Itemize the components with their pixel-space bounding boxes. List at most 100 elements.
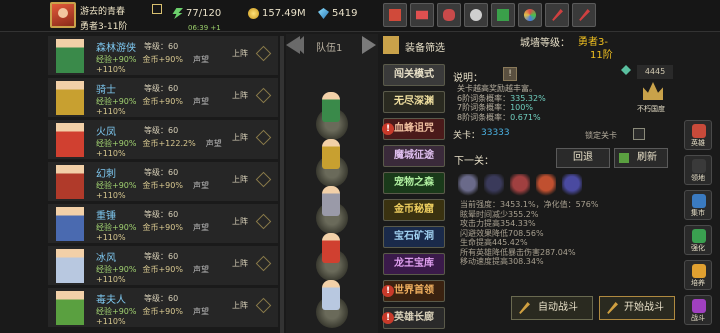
description-line: 8阶词条概率：0.671% — [457, 113, 546, 123]
description-line-text: 6阶词条概率： — [457, 93, 511, 103]
sidebar-button[interactable]: 培养 — [684, 260, 712, 290]
sidebar-icon — [692, 194, 706, 208]
enemy-sprite — [484, 174, 504, 198]
hero-select-icon[interactable] — [255, 255, 272, 272]
wheel-icon[interactable] — [518, 3, 542, 27]
hero-row[interactable]: 火凤 等级：60 经验+90% 金币+122.2% 声望 +110% 上阵 — [48, 120, 278, 160]
mode-button[interactable]: 金币秘窟 — [383, 199, 445, 221]
sidebar-button[interactable]: 英雄 — [684, 120, 712, 150]
description-label: 说明： — [453, 73, 483, 84]
mode-button[interactable]: ! 世界首领 — [382, 280, 445, 302]
start-battle-button[interactable]: 开始战斗 — [599, 296, 675, 320]
hero-portrait — [56, 81, 84, 115]
hero-deploy-button[interactable]: 上阵 — [232, 216, 248, 227]
city-level-label: 城墙等级： — [520, 38, 570, 49]
gem-resource: 5419 — [318, 8, 357, 19]
hero-deploy-button[interactable]: 上阵 — [232, 90, 248, 101]
mode-button[interactable]: 龙王宝库 — [383, 253, 445, 275]
hero-row[interactable]: 森林游侠 等级：60 经验+90% 金币+90% 声望 +110% 上阵 — [48, 36, 278, 76]
crown-label: 不朽国度 — [637, 105, 665, 113]
hero-row[interactable]: 幻刺 等级：60 经验+90% 金币+90% 声望 +110% 上阵 — [48, 162, 278, 202]
hero-stats: 经验+90% 金币+90% 声望 — [96, 264, 209, 275]
auto-battle-button[interactable]: 自动战斗 — [511, 296, 593, 320]
hero-row[interactable]: 骑士 等级：60 经验+90% 金币+90% 声望 +110% 上阵 — [48, 78, 278, 118]
team-member-sprite[interactable] — [322, 139, 340, 169]
refresh-button[interactable]: 刷新 — [614, 148, 668, 168]
gift-icon[interactable] — [491, 3, 515, 27]
team-member-sprite[interactable] — [322, 233, 340, 263]
hero-deploy-button[interactable]: 上阵 — [232, 174, 248, 185]
hero-select-icon[interactable] — [255, 129, 272, 146]
hero-exp: 经验+90% — [96, 97, 137, 106]
hero-fame: 声望 — [192, 307, 209, 316]
mode-button[interactable]: 无尽深渊 — [383, 91, 445, 113]
team-member-sprite[interactable] — [322, 186, 340, 216]
mode-button[interactable]: ! 英雄长廊 — [382, 307, 445, 329]
hero-row[interactable]: 冰风 等级：60 经验+90% 金币+90% 声望 +110% 上阵 — [48, 246, 278, 286]
equip-filter[interactable]: 装备筛选 — [383, 34, 483, 58]
player-avatar[interactable] — [50, 2, 76, 28]
hero-select-icon[interactable] — [255, 45, 272, 62]
edit-name-icon[interactable] — [152, 4, 162, 14]
sword-icon[interactable] — [545, 3, 569, 27]
hero-bonus: +110% — [96, 191, 126, 200]
gear-icon[interactable] — [464, 3, 488, 27]
description-badge[interactable]: ! — [503, 67, 517, 81]
hero-deploy-button[interactable]: 上阵 — [232, 300, 248, 311]
sidebar-icon — [692, 159, 706, 173]
team-member-sprite[interactable] — [322, 92, 340, 122]
hero-bonus: +110% — [96, 275, 126, 284]
hero-list-scrollbar[interactable] — [280, 36, 284, 333]
mode-label: 龙王宝库 — [394, 258, 434, 269]
hero-exp: 经验+90% — [96, 265, 137, 274]
sidebar-label: 英雄 — [691, 139, 705, 147]
hero-deploy-button[interactable]: 上阵 — [232, 258, 248, 269]
hero-stats: 经验+90% 金币+122.2% 声望 — [96, 138, 222, 149]
hero-select-icon[interactable] — [255, 297, 272, 314]
sidebar-button[interactable]: 战斗 — [684, 295, 712, 325]
top-menu — [383, 3, 596, 27]
sidebar-button[interactable]: 领地 — [684, 155, 712, 185]
shop-icon[interactable] — [383, 3, 407, 27]
description-line-value: 335.32% — [510, 93, 546, 103]
mode-button[interactable]: 闯关模式 — [383, 64, 445, 86]
mode-button[interactable]: 宠物之森 — [383, 172, 445, 194]
hero-deploy-button[interactable]: 上阵 — [232, 132, 248, 143]
mode-button[interactable]: ! 血蜂诅咒 — [382, 118, 445, 140]
sword-alt-icon[interactable] — [572, 3, 596, 27]
hero-select-icon[interactable] — [255, 213, 272, 230]
hero-fame: 声望 — [192, 181, 209, 190]
description-line: 6阶词条概率：335.32% — [457, 94, 546, 104]
mail-icon[interactable] — [410, 3, 434, 27]
gamepad-icon[interactable] — [437, 3, 461, 27]
retreat-button[interactable]: 回退 — [556, 148, 610, 168]
mode-button[interactable]: 魔城征途 — [383, 145, 445, 167]
sidebar-button[interactable]: 集市 — [684, 190, 712, 220]
hero-portrait — [56, 291, 84, 325]
start-battle-label: 开始战斗 — [624, 302, 664, 313]
gold-resource: 157.49M — [248, 8, 306, 19]
description-text: 关卡越高奖励越丰富。 6阶词条概率：335.32% 7阶词条概率：100% 8阶词条概… — [457, 84, 546, 122]
hero-row[interactable]: 毒夫人 等级：60 经验+90% 金币+90% 声望 +110% 上阵 — [48, 288, 278, 328]
hero-gold: 金币+90% — [142, 181, 183, 190]
team-next-icon[interactable] — [362, 36, 376, 54]
hero-fame: 声望 — [192, 55, 209, 64]
hero-gold: 金币+122.2% — [142, 139, 196, 148]
crown-icon[interactable] — [643, 82, 663, 100]
top-bar: 游去的青春 勇者3-11阶 06:39 +1 77/120 157.49M 54… — [0, 0, 720, 32]
lock-stage-checkbox[interactable] — [633, 128, 645, 140]
sword-icon — [519, 302, 530, 314]
hero-select-icon[interactable] — [255, 87, 272, 104]
mode-button[interactable]: 宝石矿洞 — [383, 226, 445, 248]
team-member-sprite[interactable] — [322, 280, 340, 310]
energy-timer: 06:39 +1 — [188, 24, 221, 32]
hero-exp: 经验+90% — [96, 307, 137, 316]
hero-select-icon[interactable] — [255, 171, 272, 188]
hero-portrait — [56, 249, 84, 283]
hero-row[interactable]: 重锤 等级：60 经验+90% 金币+90% 声望 +110% 上阵 — [48, 204, 278, 244]
enemy-sprite — [510, 174, 530, 198]
hero-deploy-button[interactable]: 上阵 — [232, 48, 248, 59]
enemy-sprite — [562, 174, 582, 198]
hero-fame: 声望 — [205, 139, 222, 148]
sidebar-button[interactable]: 强化 — [684, 225, 712, 255]
